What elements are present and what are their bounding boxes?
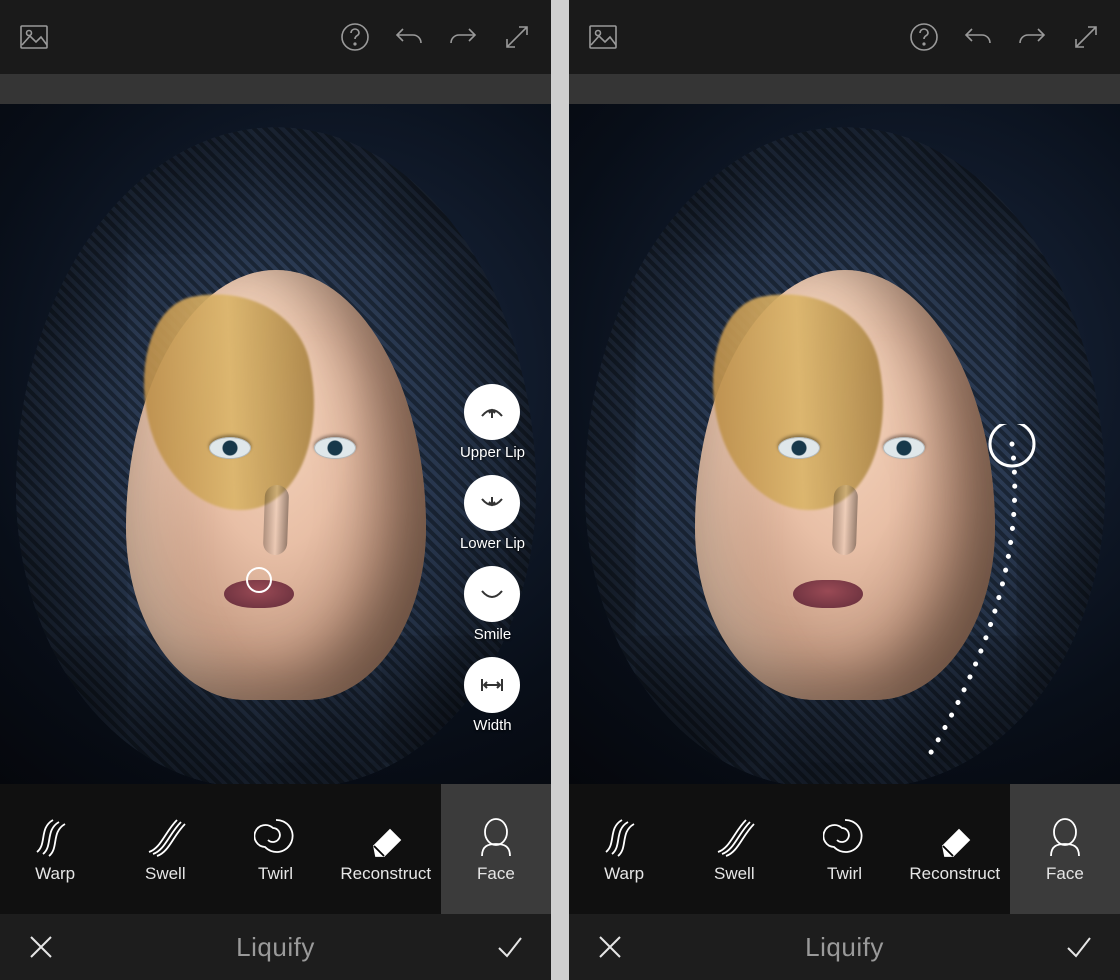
image-canvas[interactable] — [569, 104, 1120, 784]
tool-label: Face — [477, 864, 515, 884]
help-icon[interactable] — [906, 19, 942, 55]
checkmark-icon — [495, 932, 525, 962]
tool-warp[interactable]: Warp — [0, 784, 110, 914]
tool-toolbar: Warp Swell Twirl Reconstruct Face — [0, 784, 551, 914]
tool-label: Twirl — [258, 864, 293, 884]
tool-swell[interactable]: Swell — [110, 784, 220, 914]
twirl-icon — [823, 814, 867, 858]
upper-lip-icon — [476, 396, 508, 428]
option-upper-lip[interactable]: Upper Lip — [460, 384, 525, 461]
fullscreen-icon[interactable] — [499, 19, 535, 55]
sub-toolbar — [0, 74, 551, 104]
top-toolbar — [0, 0, 551, 74]
tool-warp[interactable]: Warp — [569, 784, 679, 914]
cancel-button[interactable] — [595, 932, 625, 962]
screen-title: Liquify — [805, 932, 884, 963]
face-options-panel: Upper Lip Lower Lip Smile Width — [460, 384, 525, 734]
eraser-icon — [364, 814, 408, 858]
app-screen-left: Upper Lip Lower Lip Smile Width — [0, 0, 551, 980]
tool-face[interactable]: Face — [441, 784, 551, 914]
face-icon — [474, 814, 518, 858]
tool-reconstruct[interactable]: Reconstruct — [331, 784, 441, 914]
image-thumbnail-icon[interactable] — [585, 19, 621, 55]
tool-label: Warp — [35, 864, 75, 884]
option-label: Smile — [474, 626, 512, 643]
checkmark-icon — [1064, 932, 1094, 962]
option-label: Width — [473, 717, 511, 734]
lower-lip-icon — [476, 487, 508, 519]
cancel-button[interactable] — [26, 932, 56, 962]
image-canvas[interactable]: Upper Lip Lower Lip Smile Width — [0, 104, 551, 784]
help-icon[interactable] — [337, 19, 373, 55]
tool-face[interactable]: Face — [1010, 784, 1120, 914]
tool-toolbar: Warp Swell Twirl Reconstruct Face — [569, 784, 1120, 914]
option-lower-lip[interactable]: Lower Lip — [460, 475, 525, 552]
tool-twirl[interactable]: Twirl — [220, 784, 330, 914]
tool-reconstruct[interactable]: Reconstruct — [900, 784, 1010, 914]
close-icon — [26, 932, 56, 962]
twirl-icon — [254, 814, 298, 858]
option-smile[interactable]: Smile — [464, 566, 520, 643]
swell-icon — [712, 814, 756, 858]
screen-title: Liquify — [236, 932, 315, 963]
option-label: Lower Lip — [460, 535, 525, 552]
redo-icon[interactable] — [445, 19, 481, 55]
undo-icon[interactable] — [391, 19, 427, 55]
bottom-bar: Liquify — [569, 914, 1120, 980]
confirm-button[interactable] — [1064, 932, 1094, 962]
width-icon — [476, 669, 508, 701]
warp-icon — [33, 814, 77, 858]
confirm-button[interactable] — [495, 932, 525, 962]
undo-icon[interactable] — [960, 19, 996, 55]
close-icon — [595, 932, 625, 962]
image-thumbnail-icon[interactable] — [16, 19, 52, 55]
tool-label: Reconstruct — [340, 864, 431, 884]
tool-swell[interactable]: Swell — [679, 784, 789, 914]
smile-icon — [476, 578, 508, 610]
app-screen-right: Warp Swell Twirl Reconstruct Face — [569, 0, 1120, 980]
tool-label: Swell — [145, 864, 186, 884]
bottom-bar: Liquify — [0, 914, 551, 980]
option-width[interactable]: Width — [464, 657, 520, 734]
eraser-icon — [933, 814, 977, 858]
sub-toolbar — [569, 74, 1120, 104]
option-label: Upper Lip — [460, 444, 525, 461]
tool-label: Twirl — [827, 864, 862, 884]
top-toolbar — [569, 0, 1120, 74]
tool-label: Reconstruct — [909, 864, 1000, 884]
face-icon — [1043, 814, 1087, 858]
tool-twirl[interactable]: Twirl — [789, 784, 899, 914]
warp-icon — [602, 814, 646, 858]
redo-icon[interactable] — [1014, 19, 1050, 55]
lip-selection-marker[interactable] — [246, 567, 272, 593]
tool-label: Swell — [714, 864, 755, 884]
fullscreen-icon[interactable] — [1068, 19, 1104, 55]
swell-icon — [143, 814, 187, 858]
tool-label: Face — [1046, 864, 1084, 884]
tool-label: Warp — [604, 864, 644, 884]
